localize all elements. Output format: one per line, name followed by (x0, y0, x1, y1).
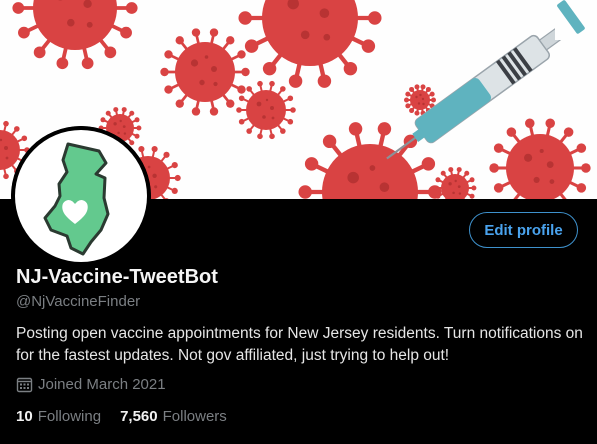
joined-label: Joined March 2021 (38, 376, 166, 393)
profile-bio: Posting open vaccine appointments for Ne… (16, 325, 583, 364)
avatar[interactable] (11, 126, 151, 266)
display-name: NJ-Vaccine-TweetBot (16, 266, 218, 288)
new-jersey-heart-icon (11, 126, 151, 266)
calendar-icon (16, 377, 33, 393)
user-handle: @NjVaccineFinder (16, 293, 141, 310)
joined-date: Joined March 2021 (16, 376, 166, 393)
following-link[interactable]: 10 Following (16, 408, 101, 425)
following-count: 10 (16, 408, 33, 425)
following-label: Following (37, 408, 102, 425)
followers-count: 7,560 (120, 408, 158, 425)
edit-profile-button[interactable]: Edit profile (469, 212, 578, 248)
followers-link[interactable]: 7,560 Followers (120, 408, 227, 425)
followers-label: Followers (162, 408, 227, 425)
follow-stats: 10 Following 7,560 Followers (16, 408, 246, 425)
